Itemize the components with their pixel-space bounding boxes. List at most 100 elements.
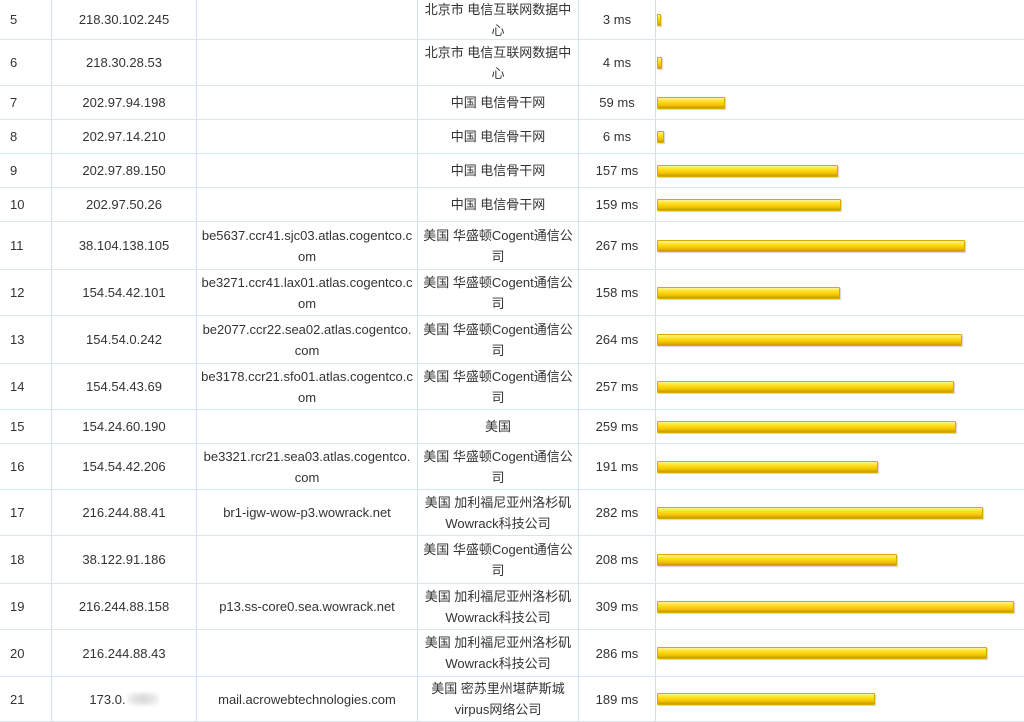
latency-bar-cell (656, 188, 1024, 221)
latency-bar (657, 693, 875, 705)
hostname (197, 86, 418, 119)
hostname: br1-igw-wow-p3.wowrack.net (197, 490, 418, 535)
location: 北京市 电信互联网数据中心 (418, 0, 579, 39)
latency-bar (657, 460, 878, 473)
latency: 157 ms (579, 154, 656, 187)
hop-number: 16 (0, 444, 52, 489)
location: 美国 加利福尼亚州洛杉矶Wowrack科技公司 (418, 630, 579, 676)
latency-bar-cell (656, 120, 1024, 153)
hop-number: 5 (0, 0, 52, 39)
location: 美国 加利福尼亚州洛杉矶Wowrack科技公司 (418, 490, 579, 535)
latency-bar-cell (656, 270, 1024, 315)
latency-bar-cell (656, 490, 1024, 535)
latency: 257 ms (579, 364, 656, 409)
location: 中国 电信骨干网 (418, 120, 579, 153)
ip-address: 218.30.28.53 (52, 40, 197, 85)
latency-bar-cell (656, 364, 1024, 409)
table-row: 14 154.54.43.69 be3178.ccr21.sfo01.atlas.c… (0, 364, 1024, 410)
ip-address: 38.104.138.105 (52, 222, 197, 269)
latency-bar-cell (656, 584, 1024, 629)
latency: 159 ms (579, 188, 656, 221)
table-row: 6 218.30.28.53 北京市 电信互联网数据中心 4 ms (0, 40, 1024, 86)
latency-bar-cell (656, 410, 1024, 443)
ip-address: 154.24.60.190 (52, 410, 197, 443)
latency-bar (657, 600, 1014, 613)
location: 美国 华盛顿Cogent通信公司 (418, 536, 579, 583)
hostname: mail.acrowebtechnologies.com (197, 677, 418, 721)
latency-bar (657, 420, 956, 433)
table-row: 18 38.122.91.186 美国 华盛顿Cogent通信公司 208 ms (0, 536, 1024, 584)
latency-bar (657, 239, 965, 252)
location: 美国 华盛顿Cogent通信公司 (418, 444, 579, 489)
table-row: 9 202.97.89.150 中国 电信骨干网 157 ms (0, 154, 1024, 188)
latency: 3 ms (579, 0, 656, 39)
hop-number: 6 (0, 40, 52, 85)
latency-bar-cell (656, 222, 1024, 269)
latency: 286 ms (579, 630, 656, 676)
latency-bar-cell (656, 40, 1024, 85)
location: 中国 电信骨干网 (418, 188, 579, 221)
latency-bar-cell (656, 86, 1024, 119)
latency: 191 ms (579, 444, 656, 489)
latency: 264 ms (579, 316, 656, 363)
latency-bar (657, 56, 662, 69)
ip-address: 216.244.88.43 (52, 630, 197, 676)
latency-bar (657, 286, 840, 299)
latency-bar-cell (656, 0, 1024, 39)
latency-bar (657, 647, 987, 659)
table-row: 20 216.244.88.43 美国 加利福尼亚州洛杉矶Wowrack科技公司 28… (0, 630, 1024, 677)
latency-bar (657, 198, 841, 211)
location: 中国 电信骨干网 (418, 154, 579, 187)
redaction-blur (126, 692, 159, 706)
table-row: 17 216.244.88.41 br1-igw-wow-p3.wowrack.ne… (0, 490, 1024, 536)
table-row: 11 38.104.138.105 be5637.ccr41.sjc03.atlas… (0, 222, 1024, 270)
latency-bar (657, 506, 983, 519)
location: 中国 电信骨干网 (418, 86, 579, 119)
latency-bar-cell (656, 677, 1024, 721)
hop-number: 9 (0, 154, 52, 187)
ip-address: 202.97.89.150 (52, 154, 197, 187)
location: 美国 (418, 410, 579, 443)
latency: 6 ms (579, 120, 656, 153)
latency-bar-cell (656, 536, 1024, 583)
hostname (197, 120, 418, 153)
ip-address: 202.97.94.198 (52, 86, 197, 119)
hop-number: 21 (0, 677, 52, 721)
hostname (197, 154, 418, 187)
ip-address: 173.0. (52, 677, 197, 721)
latency-bar-cell (656, 316, 1024, 363)
hop-number: 10 (0, 188, 52, 221)
latency: 282 ms (579, 490, 656, 535)
ip-address: 154.54.43.69 (52, 364, 197, 409)
latency-bar (657, 380, 954, 393)
ip-address: 216.244.88.41 (52, 490, 197, 535)
table-row: 13 154.54.0.242 be2077.ccr22.sea02.atlas.c… (0, 316, 1024, 364)
table-row: 5 218.30.102.245 北京市 电信互联网数据中心 3 ms (0, 0, 1024, 40)
latency-bar (657, 164, 838, 177)
hop-number: 13 (0, 316, 52, 363)
ip-address: 202.97.14.210 (52, 120, 197, 153)
latency-bar-cell (656, 444, 1024, 489)
hop-number: 11 (0, 222, 52, 269)
table-row: 19 216.244.88.158 p13.ss-core0.sea.wowrack… (0, 584, 1024, 630)
table-row: 8 202.97.14.210 中国 电信骨干网 6 ms (0, 120, 1024, 154)
latency: 158 ms (579, 270, 656, 315)
latency: 59 ms (579, 86, 656, 119)
ip-address: 154.54.42.206 (52, 444, 197, 489)
hop-number: 15 (0, 410, 52, 443)
latency: 259 ms (579, 410, 656, 443)
location: 美国 华盛顿Cogent通信公司 (418, 222, 579, 269)
latency-bar (657, 13, 661, 26)
table-row: 7 202.97.94.198 中国 电信骨干网 59 ms (0, 86, 1024, 120)
hop-number: 19 (0, 584, 52, 629)
location: 北京市 电信互联网数据中心 (418, 40, 579, 85)
hop-number: 14 (0, 364, 52, 409)
hostname (197, 40, 418, 85)
table-row: 15 154.24.60.190 美国 259 ms (0, 410, 1024, 444)
latency-bar (657, 553, 897, 566)
location: 美国 华盛顿Cogent通信公司 (418, 364, 579, 409)
latency: 208 ms (579, 536, 656, 583)
hostname (197, 0, 418, 39)
table-row: 21 173.0. mail.acrowebtechnologies.com 美国 密… (0, 677, 1024, 722)
ip-address: 38.122.91.186 (52, 536, 197, 583)
